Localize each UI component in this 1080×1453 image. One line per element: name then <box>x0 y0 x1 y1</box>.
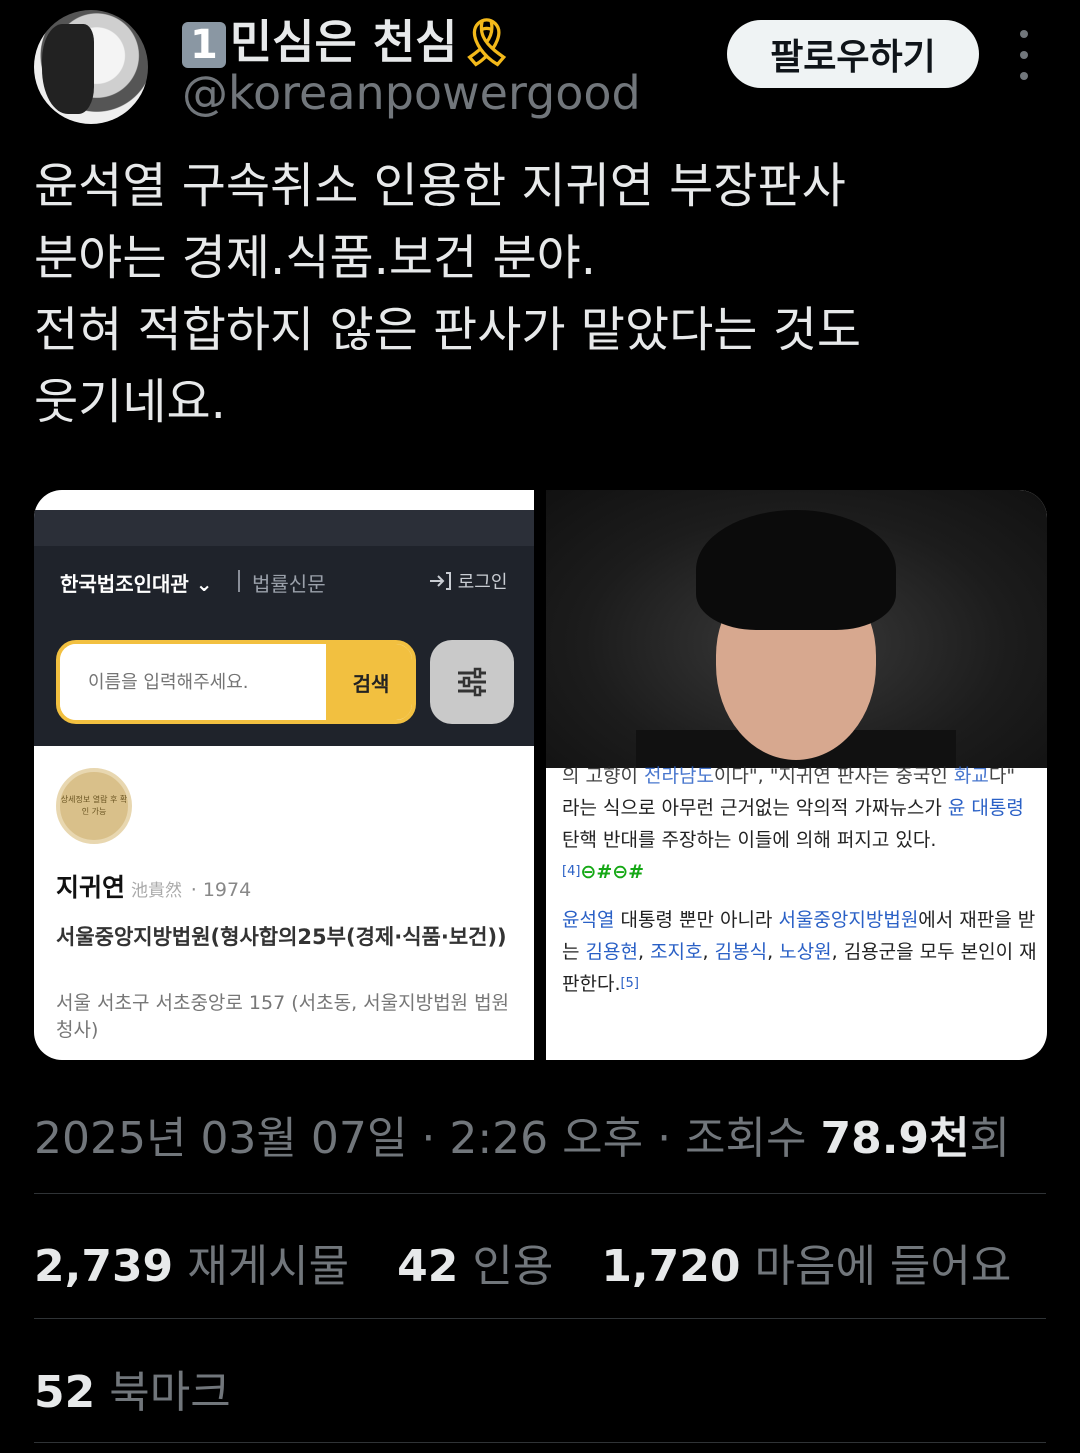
tweet-meta: 2025년 03월 07일 · 2:26 오후 · 조회수 78.9천회 <box>34 1113 1010 1164</box>
media-grid[interactable]: 한국법조인대관 ⌄ 법률신문 로그인 검색 상세정보 열람 후 확인 가능 지귀… <box>34 490 1047 1060</box>
ribbon-icon: 🎗 <box>457 15 516 69</box>
tweet-line: 분야는 경제.식품.보건 분야. <box>34 230 597 286</box>
tweet-text: 윤석열 구속취소 인용한 지귀연 부장판사 분야는 경제.식품.보건 분야. 전… <box>34 150 1044 438</box>
bookmarks-stat[interactable]: 52 북마크 <box>34 1356 231 1420</box>
tweet-line: 웃기네요. <box>34 374 226 430</box>
filter-icon <box>430 640 514 724</box>
site-brand: 한국법조인대관 ⌄ <box>60 572 213 596</box>
author-name[interactable]: 1 민심은 천심🎗 <box>182 6 516 72</box>
site-news-link: 법률신문 <box>252 572 326 596</box>
court-address: 서울 서초구 서초중앙로 157 (서초동, 서울지방법원 법원청사) <box>56 992 510 1041</box>
divider <box>238 570 240 592</box>
media-image-left[interactable]: 한국법조인대관 ⌄ 법률신문 로그인 검색 상세정보 열람 후 확인 가능 지귀… <box>34 490 534 1060</box>
avatar-figure <box>42 24 94 114</box>
portrait-photo <box>546 490 1047 768</box>
judge-name: 지귀연 池貴然 · 1974 <box>56 873 252 902</box>
search-box: 검색 <box>56 640 416 724</box>
search-button: 검색 <box>326 644 412 720</box>
author-handle[interactable]: @koreanpowergood <box>182 66 641 120</box>
tweet-line: 윤석열 구속취소 인용한 지귀연 부장판사 <box>34 158 846 214</box>
view-count: 78.9천 <box>820 1113 970 1164</box>
follow-button[interactable]: 팔로우하기 <box>727 20 979 88</box>
profile-badge: 상세정보 열람 후 확인 가능 <box>56 768 132 844</box>
login-icon <box>430 572 451 590</box>
engagement-stats: 2,739 재게시물 42 인용 1,720 마음에 들어요 <box>34 1230 1045 1294</box>
search-input <box>60 644 326 720</box>
likes-stat[interactable]: 1,720 마음에 들어요 <box>601 1241 1011 1292</box>
screenshot-topbar <box>34 510 534 546</box>
keycap-number: 1 <box>182 22 226 68</box>
author-avatar[interactable] <box>34 10 148 124</box>
author-name-text: 민심은 천심 <box>229 15 458 69</box>
reposts-stat[interactable]: 2,739 재게시물 <box>34 1241 349 1292</box>
more-options-icon[interactable] <box>1004 30 1044 80</box>
divider <box>34 1442 1046 1443</box>
divider <box>34 1318 1046 1319</box>
divider <box>34 1193 1046 1194</box>
chevron-down-icon: ⌄ <box>195 572 213 596</box>
link-icon: ⊖#⊖# <box>580 861 645 883</box>
quotes-stat[interactable]: 42 인용 <box>397 1241 553 1292</box>
judge-court: 서울중앙지방법원(형사합의25부(경제·식품·보건)) <box>56 925 507 949</box>
tweet-line: 전혀 적합하지 않은 판사가 맡았다는 것도 <box>34 302 862 358</box>
media-image-right[interactable]: 의 고향이 전라남도이다", "지귀연 판사는 중국인 화교다" 라는 식으로 … <box>546 490 1047 1060</box>
login-link: 로그인 <box>428 568 507 594</box>
screenshot-header: 한국법조인대관 ⌄ 법률신문 로그인 검색 <box>34 546 534 746</box>
article-excerpt: 의 고향이 전라남도이다", "지귀연 판사는 중국인 화교다" 라는 식으로 … <box>562 765 1037 995</box>
